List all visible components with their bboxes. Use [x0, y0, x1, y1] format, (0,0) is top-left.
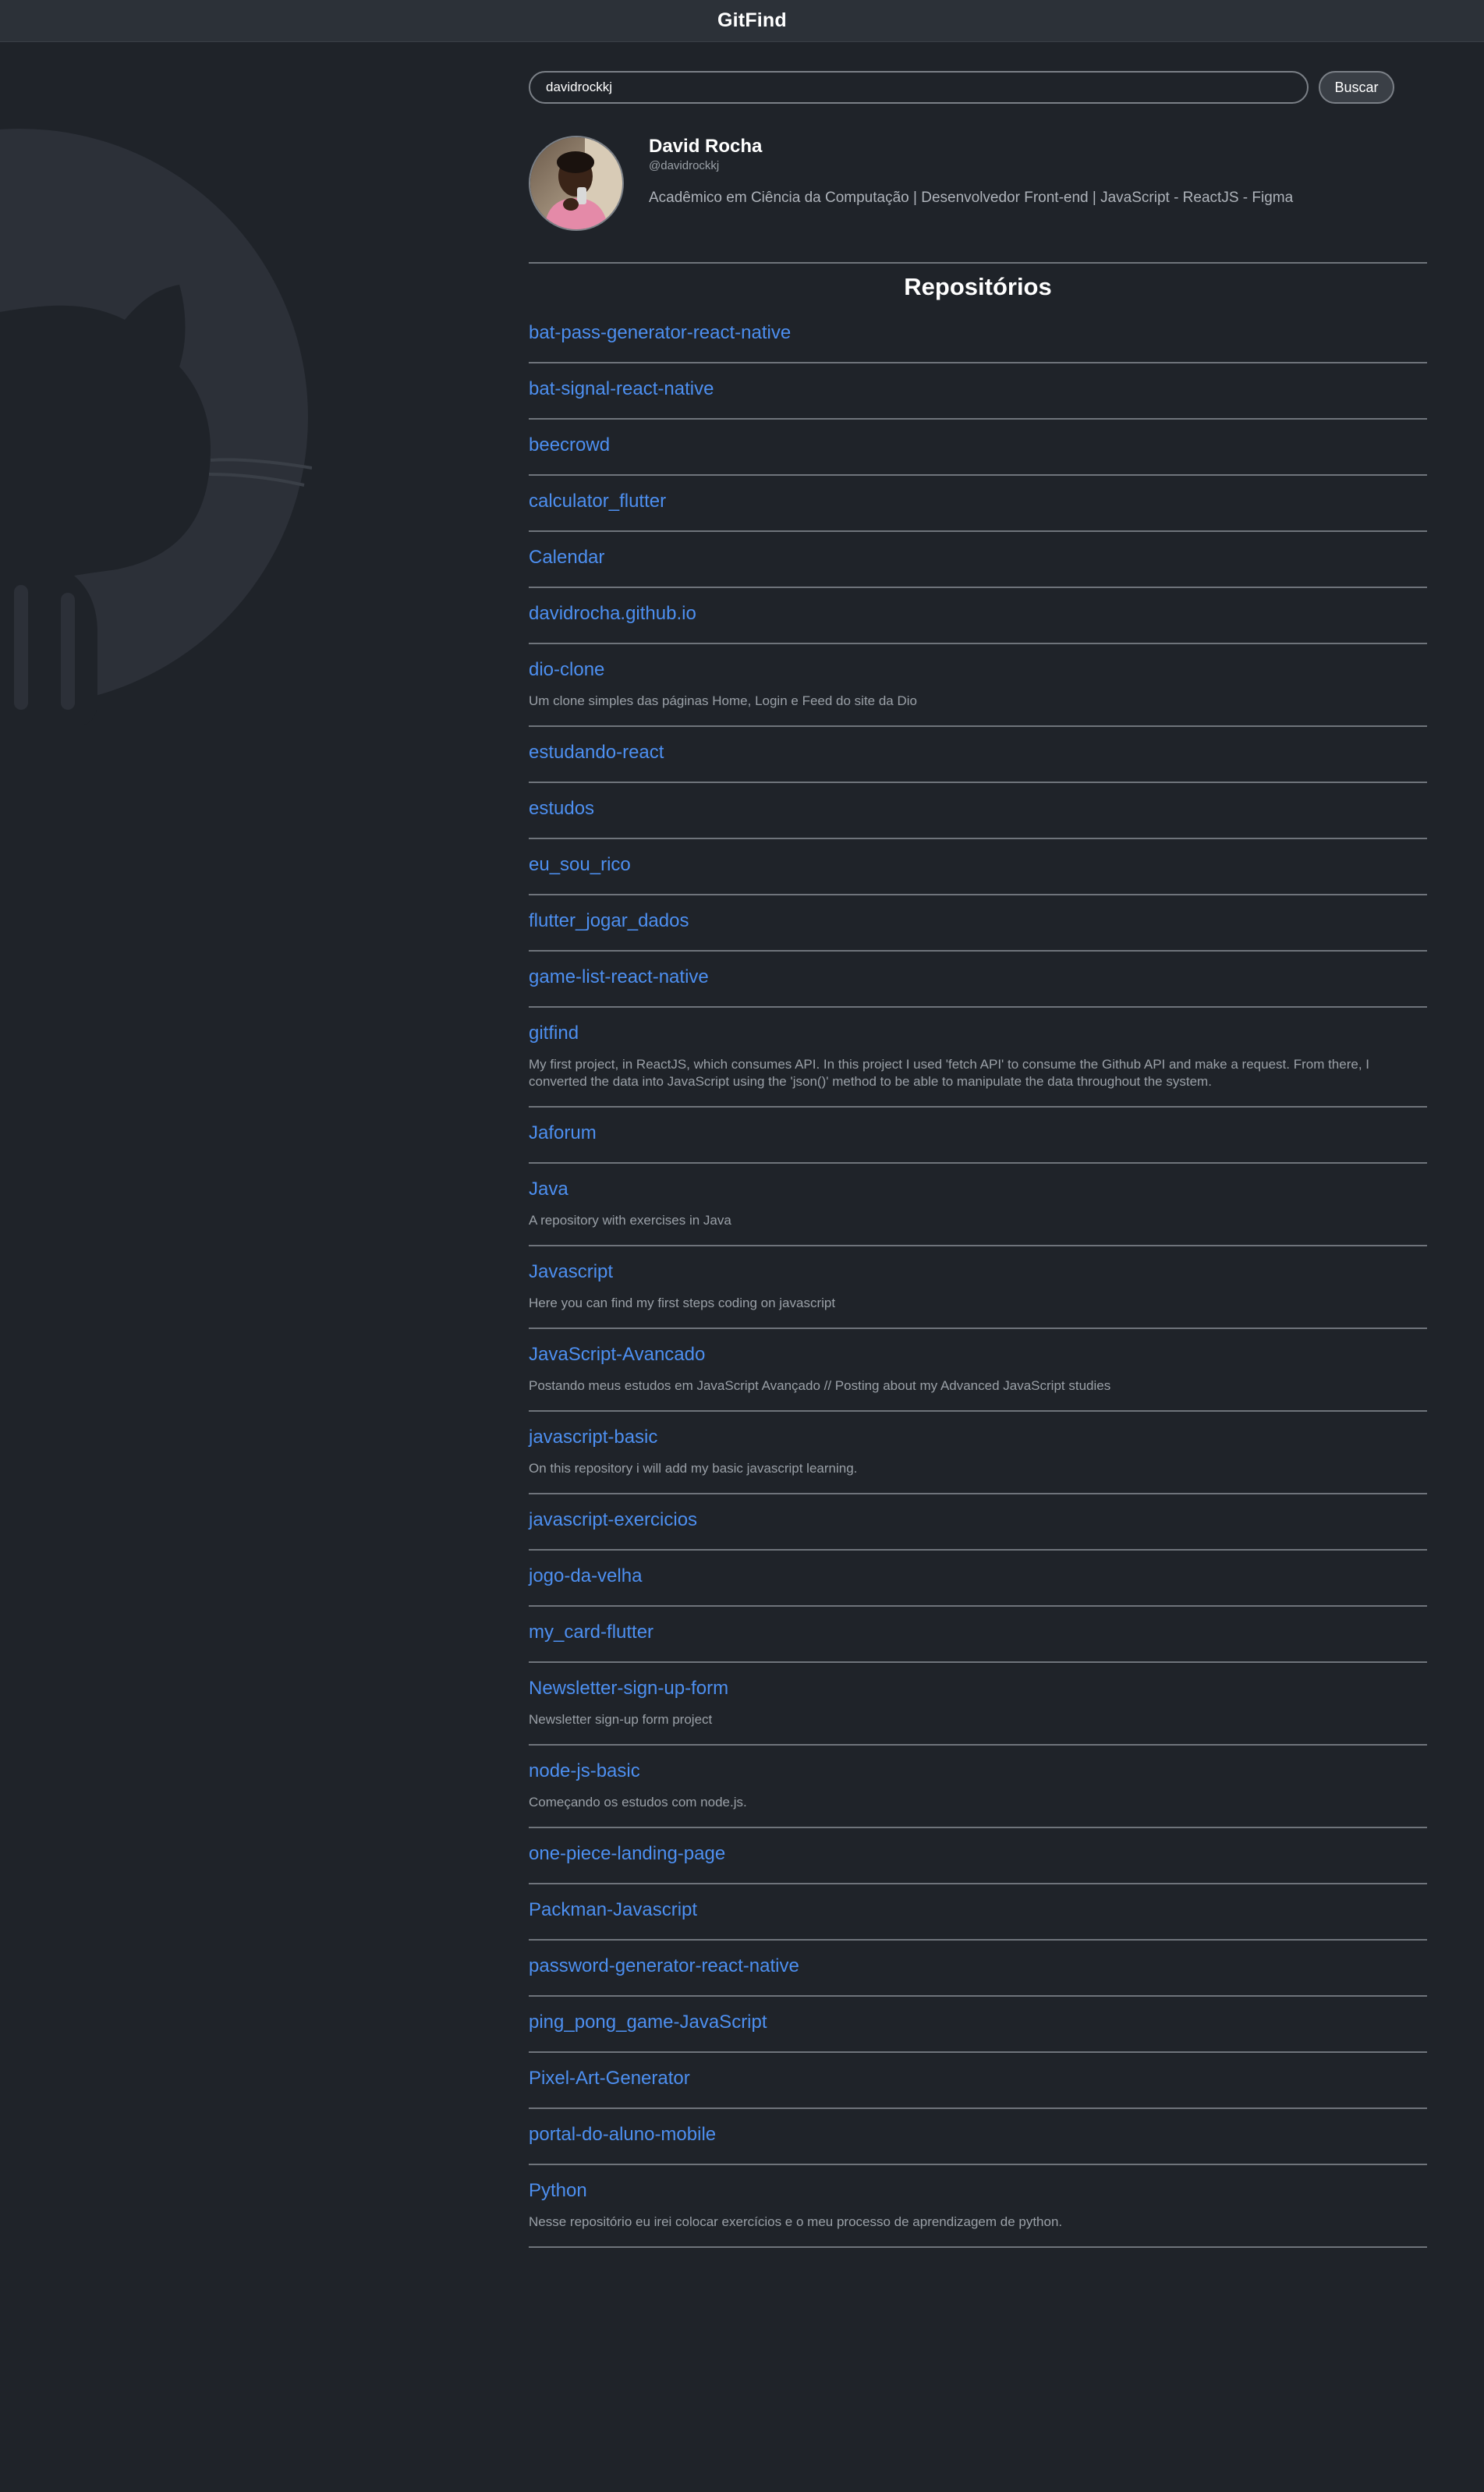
repo-item: javascript-basic On this repository i wil… [529, 1424, 1427, 1494]
repo-list: bat-pass-generator-react-native bat-signa… [529, 320, 1427, 2260]
repo-link[interactable]: eu_sou_rico [529, 852, 1427, 878]
repo-item: Newsletter-sign-up-form Newsletter sign-u… [529, 1675, 1427, 1746]
repo-item: estudos [529, 796, 1427, 839]
repo-item: javascript-exercicios [529, 1507, 1427, 1551]
search-input[interactable] [529, 71, 1309, 104]
repo-link[interactable]: Calendar [529, 544, 1427, 571]
app-title: GitFind [717, 9, 787, 31]
repo-link[interactable]: Javascript [529, 1259, 1427, 1285]
profile-login: @davidrockkj [649, 159, 720, 172]
repo-item: dio-clone Um clone simples das páginas Ho… [529, 657, 1427, 727]
repo-item: davidrocha.github.io [529, 601, 1427, 644]
repo-description: Um clone simples das páginas Home, Login… [529, 693, 917, 708]
repo-link[interactable]: Packman-Javascript [529, 1897, 1427, 1923]
repo-link[interactable]: ping_pong_game-JavaScript [529, 2009, 1427, 2036]
repo-link[interactable]: Java [529, 1176, 1427, 1203]
repo-item: eu_sou_rico [529, 852, 1427, 895]
repo-link[interactable]: beecrowd [529, 432, 1427, 459]
repo-link[interactable]: javascript-basic [529, 1424, 1427, 1451]
repo-link[interactable]: Pixel-Art-Generator [529, 2065, 1427, 2092]
repo-description: Here you can find my first steps coding … [529, 1296, 836, 1310]
repo-item: bat-signal-react-native [529, 376, 1427, 420]
repo-description: On this repository i will add my basic j… [529, 1461, 858, 1476]
repo-link[interactable]: portal-do-aluno-mobile [529, 2122, 1427, 2148]
repo-link[interactable]: game-list-react-native [529, 964, 1427, 991]
repo-description: Postando meus estudos em JavaScript Avan… [529, 1378, 1111, 1393]
repo-link[interactable]: JavaScript-Avancado [529, 1342, 1427, 1368]
repo-link[interactable]: Newsletter-sign-up-form [529, 1675, 1427, 1702]
repo-link[interactable]: bat-pass-generator-react-native [529, 320, 1427, 346]
repo-item: Javascript Here you can find my first ste… [529, 1259, 1427, 1329]
repo-item: Pixel-Art-Generator [529, 2065, 1427, 2109]
repo-item: estudando-react [529, 739, 1427, 783]
repo-link[interactable]: one-piece-landing-page [529, 1841, 1427, 1867]
repo-link[interactable]: my_card-flutter [529, 1619, 1427, 1646]
profile-bio: Acadêmico em Ciência da Computação | Des… [649, 190, 1294, 206]
repo-link[interactable]: estudos [529, 796, 1427, 822]
repo-item: my_card-flutter [529, 1619, 1427, 1663]
repo-item: Jaforum [529, 1120, 1427, 1164]
repo-item: bat-pass-generator-react-native [529, 320, 1427, 363]
github-octocat-icon [0, 129, 312, 725]
repo-link[interactable]: password-generator-react-native [529, 1953, 1427, 1980]
repo-item: one-piece-landing-page [529, 1841, 1427, 1884]
repo-link[interactable]: jogo-da-velha [529, 1563, 1427, 1590]
repo-description: My first project, in ReactJS, which cons… [529, 1057, 1369, 1089]
repo-item: Calendar [529, 544, 1427, 588]
repo-item: calculator_flutter [529, 488, 1427, 532]
repo-description: Nesse repositório eu irei colocar exercí… [529, 2214, 1063, 2229]
repo-link[interactable]: calculator_flutter [529, 488, 1427, 515]
repo-item: jogo-da-velha [529, 1563, 1427, 1607]
repo-item: Java A repository with exercises in Java [529, 1176, 1427, 1246]
avatar [529, 136, 624, 231]
repo-item: password-generator-react-native [529, 1953, 1427, 1997]
repo-item: flutter_jogar_dados [529, 908, 1427, 952]
top-bar: GitFind [0, 0, 1484, 42]
search-button[interactable]: Buscar [1319, 71, 1394, 104]
repo-link[interactable]: javascript-exercicios [529, 1507, 1427, 1533]
repo-link[interactable]: dio-clone [529, 657, 1427, 683]
repo-item: game-list-react-native [529, 964, 1427, 1008]
repo-link[interactable]: estudando-react [529, 739, 1427, 766]
repo-item: portal-do-aluno-mobile [529, 2122, 1427, 2165]
repo-link[interactable]: davidrocha.github.io [529, 601, 1427, 627]
repo-item: Packman-Javascript [529, 1897, 1427, 1941]
repo-link[interactable]: bat-signal-react-native [529, 376, 1427, 402]
profile-name: David Rocha [649, 136, 763, 157]
repo-item: JavaScript-Avancado Postando meus estudos… [529, 1342, 1427, 1412]
repo-item: beecrowd [529, 432, 1427, 476]
repo-link[interactable]: node-js-basic [529, 1758, 1427, 1785]
repo-link[interactable]: gitfind [529, 1020, 1427, 1047]
repo-link[interactable]: Jaforum [529, 1120, 1427, 1147]
repo-link[interactable]: flutter_jogar_dados [529, 908, 1427, 934]
section-divider [529, 262, 1427, 264]
repo-description: Começando os estudos com node.js. [529, 1795, 747, 1810]
repo-item: Python Nesse repositório eu irei colocar … [529, 2178, 1427, 2248]
repo-item: ping_pong_game-JavaScript [529, 2009, 1427, 2053]
repo-item: gitfind My first project, in ReactJS, whi… [529, 1020, 1427, 1108]
user-avatar-photo [530, 137, 622, 229]
repo-item: node-js-basic Começando os estudos com no… [529, 1758, 1427, 1828]
repo-link[interactable]: Python [529, 2178, 1427, 2204]
repo-description: Newsletter sign-up form project [529, 1712, 713, 1727]
repos-title: Repositórios [904, 273, 1052, 300]
repo-description: A repository with exercises in Java [529, 1213, 731, 1228]
